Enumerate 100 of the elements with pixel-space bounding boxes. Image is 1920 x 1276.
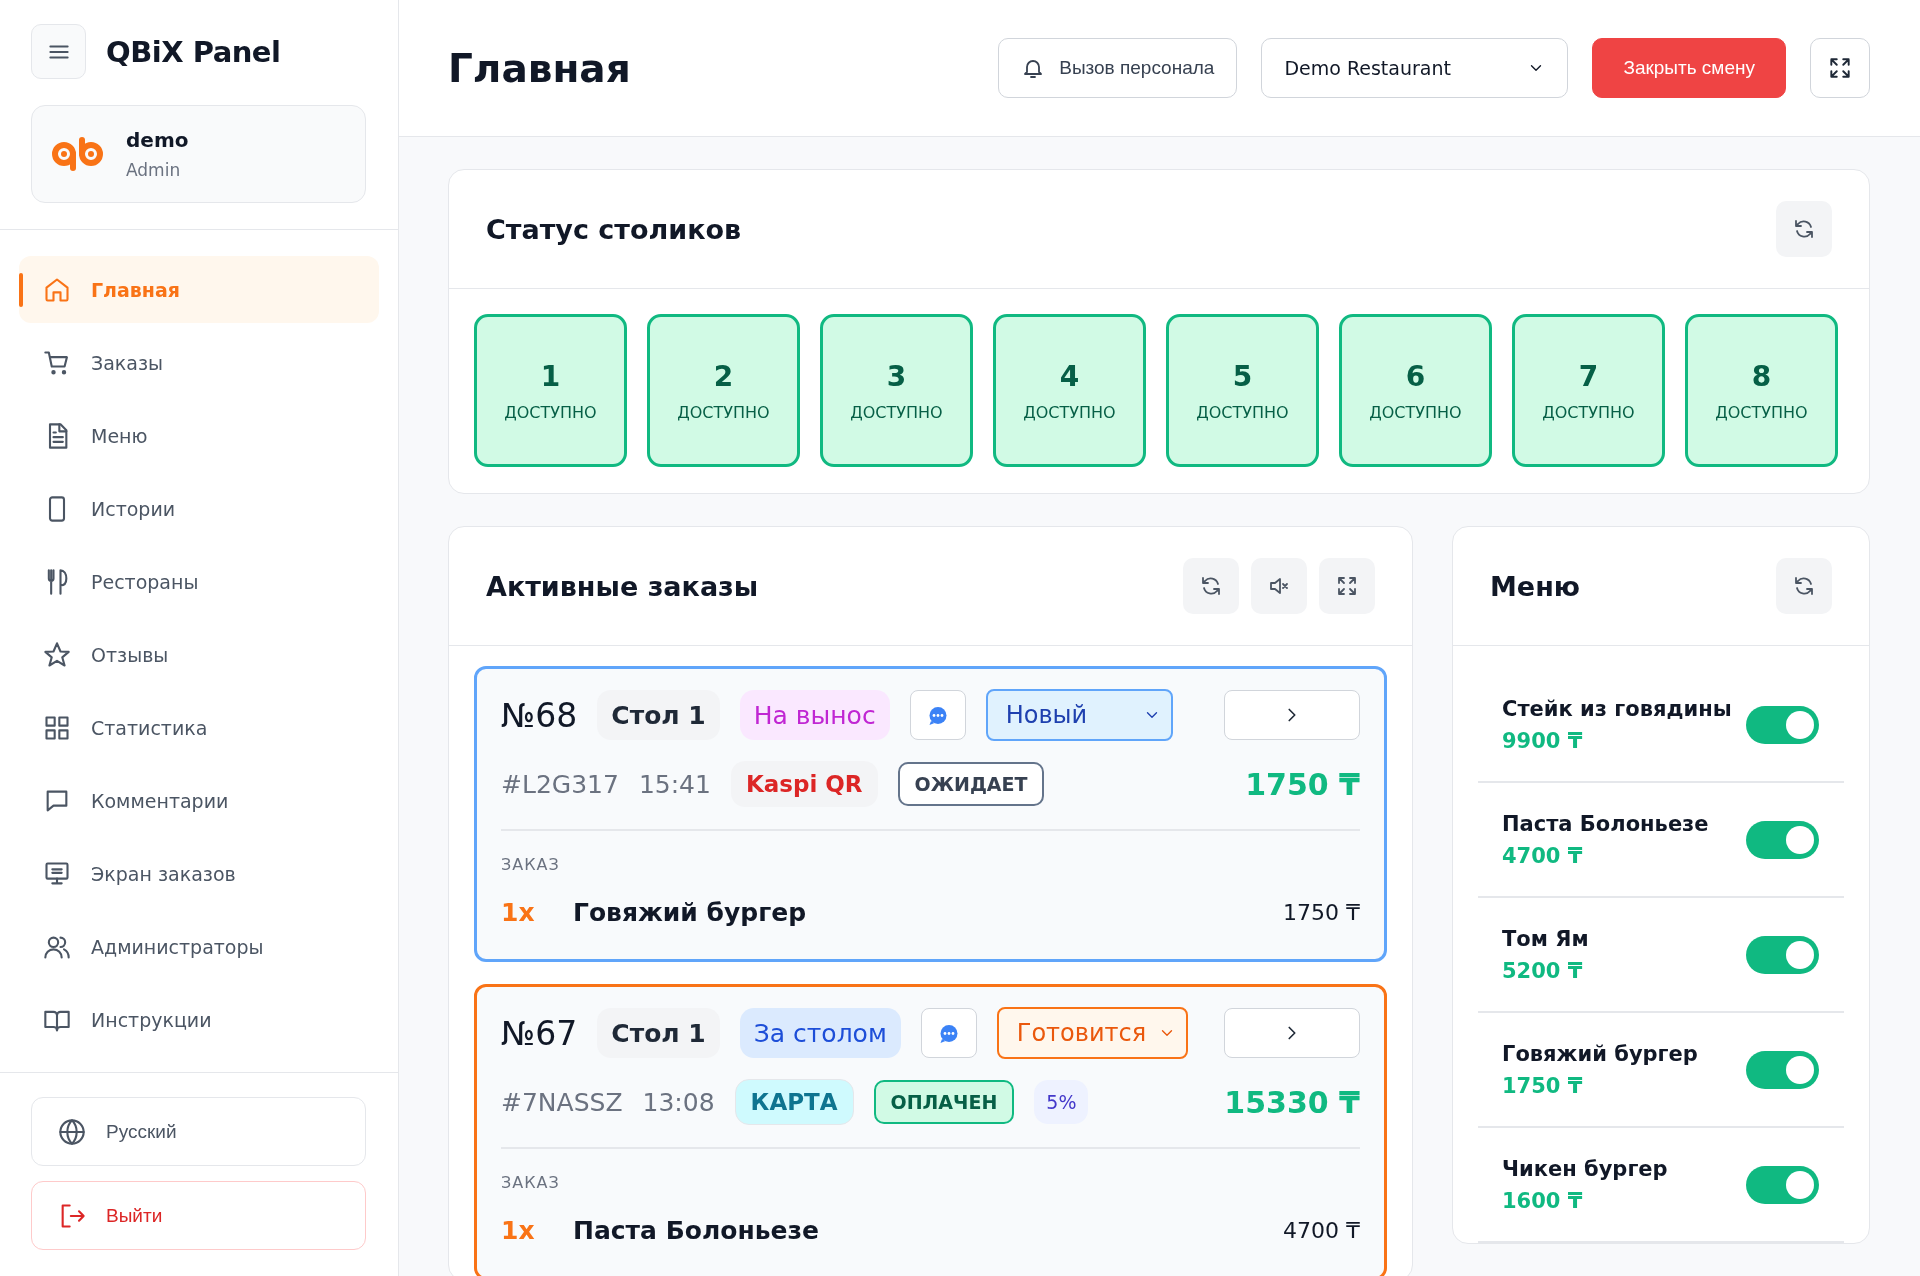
table-tag: Стол 1 <box>597 690 720 740</box>
refresh-button[interactable] <box>1776 201 1832 257</box>
call-staff-button[interactable]: Вызов персонала <box>998 38 1238 98</box>
refresh-icon <box>1199 574 1223 598</box>
availability-toggle[interactable] <box>1746 1165 1819 1204</box>
app-title: QBiX Panel <box>106 34 281 69</box>
table-tile[interactable]: 8 ДОСТУПНО <box>1685 314 1838 467</box>
table-status: ДОСТУПНО <box>1196 402 1289 422</box>
table-status: ДОСТУПНО <box>1542 402 1635 422</box>
table-tile[interactable]: 2 ДОСТУПНО <box>647 314 800 467</box>
cart-icon <box>43 348 71 377</box>
item-price: 1750 ₸ <box>1283 900 1360 925</box>
order-code: #7NASSZ <box>501 1087 623 1117</box>
table-tile[interactable]: 1 ДОСТУПНО <box>474 314 627 467</box>
sidebar-item[interactable]: Рестораны <box>19 548 379 615</box>
availability-toggle[interactable] <box>1746 705 1819 744</box>
order-number: №67 <box>501 1013 578 1053</box>
refresh-button[interactable] <box>1776 558 1832 614</box>
order-time: 15:41 <box>638 769 711 799</box>
table-number: 2 <box>713 359 734 393</box>
sidebar-item[interactable]: Инструкции <box>19 986 379 1053</box>
card-title: Активные заказы <box>486 570 759 602</box>
table-status: ДОСТУПНО <box>1023 402 1116 422</box>
user-name: demo <box>126 128 189 152</box>
sidebar-item[interactable]: Экран заказов <box>19 840 379 907</box>
dish-price: 5200 ₸ <box>1502 958 1584 983</box>
table-tile[interactable]: 7 ДОСТУПНО <box>1512 314 1665 467</box>
fullscreen-button[interactable] <box>1319 558 1375 614</box>
sidebar-item[interactable]: Статистика <box>19 694 379 761</box>
table-number: 8 <box>1751 359 1772 393</box>
dish-name: Стейк из говядины <box>1502 696 1732 721</box>
item-quantity: 1x <box>501 898 536 927</box>
fullscreen-icon <box>1335 574 1359 598</box>
sidebar-item[interactable]: Истории <box>19 475 379 542</box>
menu-button[interactable] <box>31 24 86 79</box>
order-total: 1750 ₸ <box>1245 766 1360 802</box>
dish-price: 1750 ₸ <box>1502 1073 1584 1098</box>
sidebar-item[interactable]: Комментарии <box>19 767 379 834</box>
page-title: Главная <box>448 45 631 91</box>
payment-status: ОЖИДАЕТ <box>897 762 1045 806</box>
item-name: Паста Болоньезе <box>573 1216 819 1245</box>
availability-toggle[interactable] <box>1746 935 1819 974</box>
payment-status: ОПЛАЧЕН <box>873 1080 1015 1124</box>
section-label: ЗАКАЗ <box>501 855 561 874</box>
table-status: ДОСТУПНО <box>850 402 943 422</box>
availability-toggle[interactable] <box>1746 820 1819 859</box>
card-title: Меню <box>1490 570 1581 602</box>
table-tile[interactable]: 5 ДОСТУПНО <box>1166 314 1319 467</box>
refresh-icon <box>1792 217 1816 241</box>
restaurant-select[interactable]: Demo Restaurant <box>1261 38 1569 98</box>
table-tile[interactable]: 4 ДОСТУПНО <box>993 314 1146 467</box>
globe-icon <box>58 1117 86 1146</box>
item-quantity: 1x <box>501 1216 536 1245</box>
item-name: Говяжий бургер <box>573 898 807 927</box>
logo-icon <box>50 134 106 174</box>
availability-toggle[interactable] <box>1746 1050 1819 1089</box>
order-time: 13:08 <box>642 1087 715 1117</box>
logout-button[interactable]: Выйти <box>31 1181 366 1250</box>
grid-icon <box>43 713 71 742</box>
star-icon <box>43 640 71 669</box>
dish-name: Говяжий бургер <box>1502 1041 1698 1066</box>
mute-button[interactable] <box>1251 558 1307 614</box>
dish-price: 4700 ₸ <box>1502 843 1584 868</box>
dish-price: 9900 ₸ <box>1502 728 1584 753</box>
table-status: ДОСТУПНО <box>1715 402 1808 422</box>
table-number: 6 <box>1405 359 1426 393</box>
comment-button[interactable] <box>920 1008 977 1058</box>
sidebar-item[interactable]: Администраторы <box>19 913 379 980</box>
chat-icon <box>926 704 949 726</box>
sidebar-item[interactable]: Отзывы <box>19 621 379 688</box>
close-shift-button[interactable]: Закрыть смену <box>1592 38 1786 98</box>
order-total: 15330 ₸ <box>1224 1084 1360 1120</box>
sidebar-item[interactable]: Меню <box>19 402 379 469</box>
table-tile[interactable]: 3 ДОСТУПНО <box>820 314 973 467</box>
refresh-icon <box>1792 574 1816 598</box>
table-number: 3 <box>886 359 907 393</box>
comment-button[interactable] <box>909 690 966 740</box>
table-status: ДОСТУПНО <box>677 402 770 422</box>
section-label: ЗАКАЗ <box>501 1173 561 1192</box>
item-price: 4700 ₸ <box>1283 1218 1360 1243</box>
dish-price: 1600 ₸ <box>1502 1188 1584 1213</box>
status-select[interactable]: Новый <box>985 689 1173 741</box>
order-code: #L2G317 <box>501 769 619 799</box>
dish-name: Паста Болоньезе <box>1502 811 1709 836</box>
table-tag: Стол 1 <box>597 1008 720 1058</box>
table-status: ДОСТУПНО <box>504 402 597 422</box>
service-tag: За столом <box>739 1008 901 1058</box>
language-button[interactable]: Русский <box>31 1097 366 1166</box>
table-number: 5 <box>1232 359 1253 393</box>
table-number: 7 <box>1578 359 1599 393</box>
discount-tag: 5% <box>1034 1080 1089 1124</box>
table-tile[interactable]: 6 ДОСТУПНО <box>1339 314 1492 467</box>
payment-tag: КАРТА <box>734 1079 854 1125</box>
sidebar-item[interactable]: Заказы <box>19 329 379 396</box>
card-title: Статус столиков <box>486 213 742 245</box>
chat-icon <box>937 1022 960 1044</box>
table-status: ДОСТУПНО <box>1369 402 1462 422</box>
fullscreen-button[interactable] <box>1810 38 1870 98</box>
order-number: №68 <box>501 695 578 735</box>
refresh-button[interactable] <box>1183 558 1239 614</box>
